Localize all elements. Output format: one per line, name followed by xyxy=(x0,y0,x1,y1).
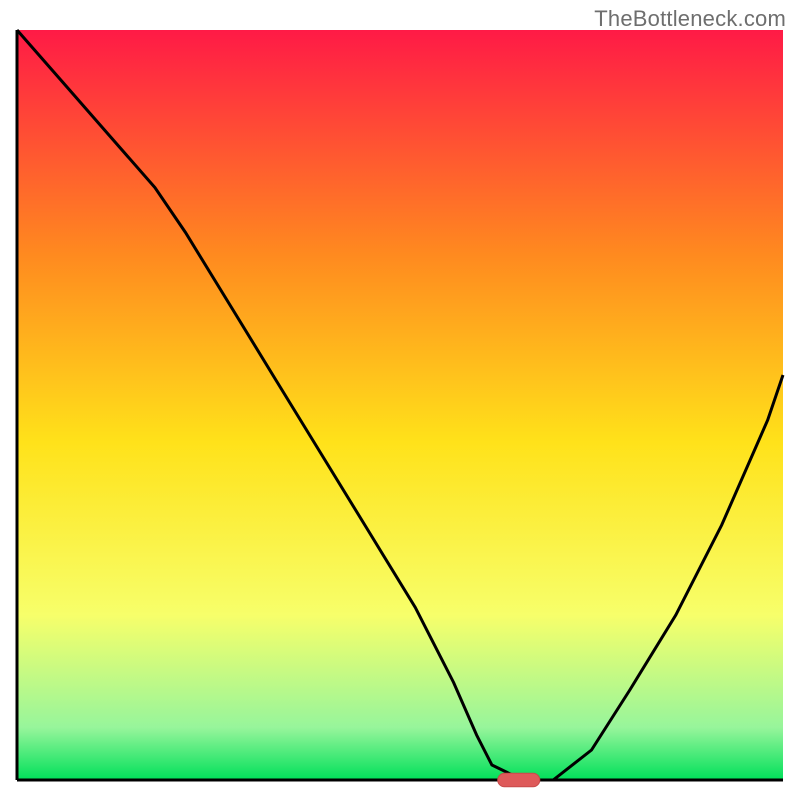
watermark-text: TheBottleneck.com xyxy=(594,6,786,32)
chart-container: TheBottleneck.com xyxy=(0,0,800,800)
bottleneck-chart xyxy=(0,0,800,800)
plot-background xyxy=(17,30,783,780)
optimal-marker xyxy=(498,773,540,787)
